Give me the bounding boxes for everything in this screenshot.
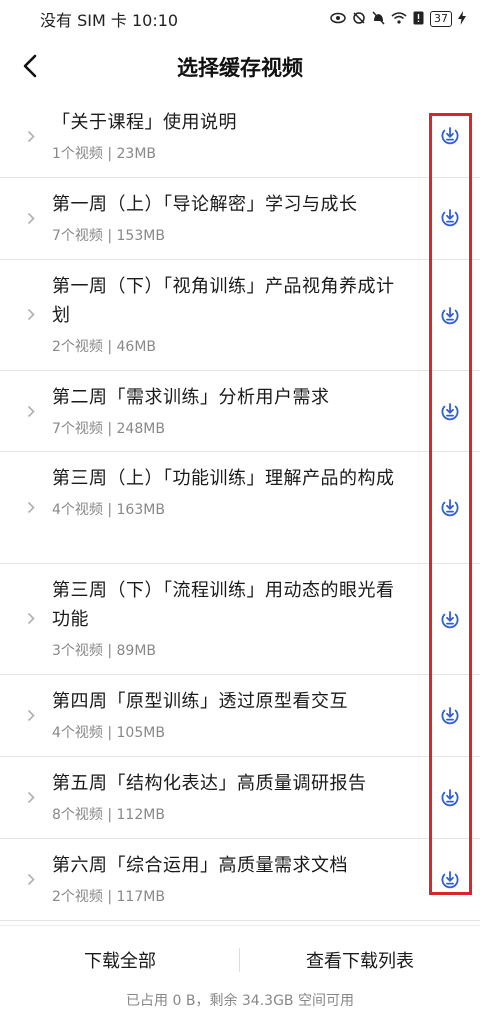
download-button[interactable] <box>440 787 460 807</box>
clock: 10:10 <box>131 11 179 30</box>
course-title: 第三周（下）「流程训练」用动态的眼光看功能 <box>52 580 395 630</box>
course-title: 第六周「综合运用」高质量需求文档 <box>52 855 348 876</box>
carrier-text: 没有 SIM 卡 <box>40 11 127 30</box>
course-list: 「关于课程」使用说明 1个视频 | 23MB 第一周（上）「导论解密」学习与成长… <box>0 96 480 921</box>
download-button[interactable] <box>440 609 460 629</box>
course-meta: 8个视频 | 112MB <box>52 807 165 823</box>
chevron-right-icon <box>24 307 38 321</box>
download-button[interactable] <box>440 401 460 421</box>
sim-alert-icon <box>413 11 424 28</box>
view-download-list-button[interactable]: 查看下载列表 <box>240 940 480 980</box>
status-left: 没有 SIM 卡 10:10 <box>40 7 178 31</box>
download-all-button[interactable]: 下载全部 <box>0 940 240 980</box>
course-meta: 4个视频 | 105MB <box>52 725 165 741</box>
download-circle-icon <box>441 499 459 517</box>
bell-off-icon <box>372 10 385 28</box>
course-title: 第一周（下）「视角训练」产品视角养成计划 <box>52 276 395 326</box>
chevron-right-icon <box>24 211 38 225</box>
course-text: 第六周「综合运用」高质量需求文档 2个视频 | 117MB <box>52 851 410 906</box>
course-title: 第四周「原型训练」透过原型看交互 <box>52 691 348 712</box>
course-row[interactable]: 第五周「结构化表达」高质量调研报告 8个视频 | 112MB <box>0 757 480 839</box>
wifi-icon <box>391 11 407 27</box>
status-bar: 没有 SIM 卡 10:10 37 <box>0 0 480 38</box>
course-row[interactable]: 第四周「原型训练」透过原型看交互 4个视频 | 105MB <box>0 675 480 757</box>
course-text: 第三周（下）「流程训练」用动态的眼光看功能 3个视频 | 89MB <box>52 576 410 660</box>
download-button[interactable] <box>440 869 460 889</box>
course-meta: 1个视频 | 23MB <box>52 146 157 162</box>
chevron-right-icon <box>24 708 38 722</box>
course-title: 第一周（上）「导论解密」学习与成长 <box>52 194 358 215</box>
divider <box>239 948 240 972</box>
course-row[interactable]: 第一周（上）「导论解密」学习与成长 7个视频 | 153MB <box>0 178 480 260</box>
download-circle-icon <box>441 307 459 325</box>
course-text: 第一周（上）「导论解密」学习与成长 7个视频 | 153MB <box>52 190 410 245</box>
chevron-right-icon <box>24 872 38 886</box>
download-circle-icon <box>441 127 459 145</box>
download-circle-icon <box>441 403 459 421</box>
download-button[interactable] <box>440 497 460 517</box>
course-text: 第一周（下）「视角训练」产品视角养成计划 2个视频 | 46MB <box>52 272 410 356</box>
course-title: 第五周「结构化表达」高质量调研报告 <box>52 773 367 794</box>
download-circle-icon <box>441 789 459 807</box>
bottom-actions: 下载全部 查看下载列表 <box>0 940 480 980</box>
course-text: 第五周「结构化表达」高质量调研报告 8个视频 | 112MB <box>52 769 410 824</box>
download-circle-icon <box>441 611 459 629</box>
course-row[interactable]: 第三周（上）「功能训练」理解产品的构成 4个视频 | 163MB <box>0 452 480 564</box>
download-button[interactable] <box>440 207 460 227</box>
course-text: 第二周「需求训练」分析用户需求 7个视频 | 248MB <box>52 383 410 438</box>
download-button[interactable] <box>440 705 460 725</box>
eye-icon <box>330 12 346 27</box>
chevron-left-icon <box>23 54 37 78</box>
storage-info: 已占用 0 B，剩余 34.3GB 空间可用 <box>126 993 354 1009</box>
course-row[interactable]: 第六周「综合运用」高质量需求文档 2个视频 | 117MB <box>0 839 480 921</box>
course-meta: 2个视频 | 117MB <box>52 889 165 905</box>
download-button[interactable] <box>440 305 460 325</box>
course-row[interactable]: 第二周「需求训练」分析用户需求 7个视频 | 248MB <box>0 371 480 452</box>
back-button[interactable] <box>14 48 46 84</box>
course-title: 「关于课程」使用说明 <box>52 112 237 133</box>
course-title: 第三周（上）「功能训练」理解产品的构成 <box>52 468 395 489</box>
bottom-bar: 下载全部 查看下载列表 已占用 0 B，剩余 34.3GB 空间可用 <box>0 925 480 1028</box>
course-meta: 2个视频 | 46MB <box>52 339 157 355</box>
download-circle-icon <box>441 871 459 889</box>
course-title: 第二周「需求训练」分析用户需求 <box>52 387 330 408</box>
status-icons: 37 <box>330 10 466 28</box>
battery-indicator: 37 <box>430 11 452 27</box>
chevron-right-icon <box>24 404 38 418</box>
chevron-right-icon <box>24 611 38 625</box>
course-meta: 7个视频 | 248MB <box>52 421 165 437</box>
chevron-right-icon <box>24 500 38 514</box>
download-circle-icon <box>441 209 459 227</box>
course-text: 「关于课程」使用说明 1个视频 | 23MB <box>52 108 410 163</box>
course-meta: 7个视频 | 153MB <box>52 228 165 244</box>
chevron-right-icon <box>24 129 38 143</box>
course-row[interactable]: 「关于课程」使用说明 1个视频 | 23MB <box>0 96 480 178</box>
page-title: 选择缓存视频 <box>177 56 303 80</box>
course-row[interactable]: 第一周（下）「视角训练」产品视角养成计划 2个视频 | 46MB <box>0 260 480 371</box>
alarm-off-icon <box>352 11 366 28</box>
course-meta: 3个视频 | 89MB <box>52 643 157 659</box>
charging-icon <box>458 10 466 28</box>
course-meta: 4个视频 | 163MB <box>52 502 165 518</box>
download-button[interactable] <box>440 125 460 145</box>
download-circle-icon <box>441 707 459 725</box>
course-text: 第四周「原型训练」透过原型看交互 4个视频 | 105MB <box>52 687 410 742</box>
course-text: 第三周（上）「功能训练」理解产品的构成 4个视频 | 163MB <box>52 464 410 519</box>
page-header: 选择缓存视频 <box>0 38 480 96</box>
chevron-right-icon <box>24 790 38 804</box>
course-row[interactable]: 第三周（下）「流程训练」用动态的眼光看功能 3个视频 | 89MB <box>0 564 480 675</box>
